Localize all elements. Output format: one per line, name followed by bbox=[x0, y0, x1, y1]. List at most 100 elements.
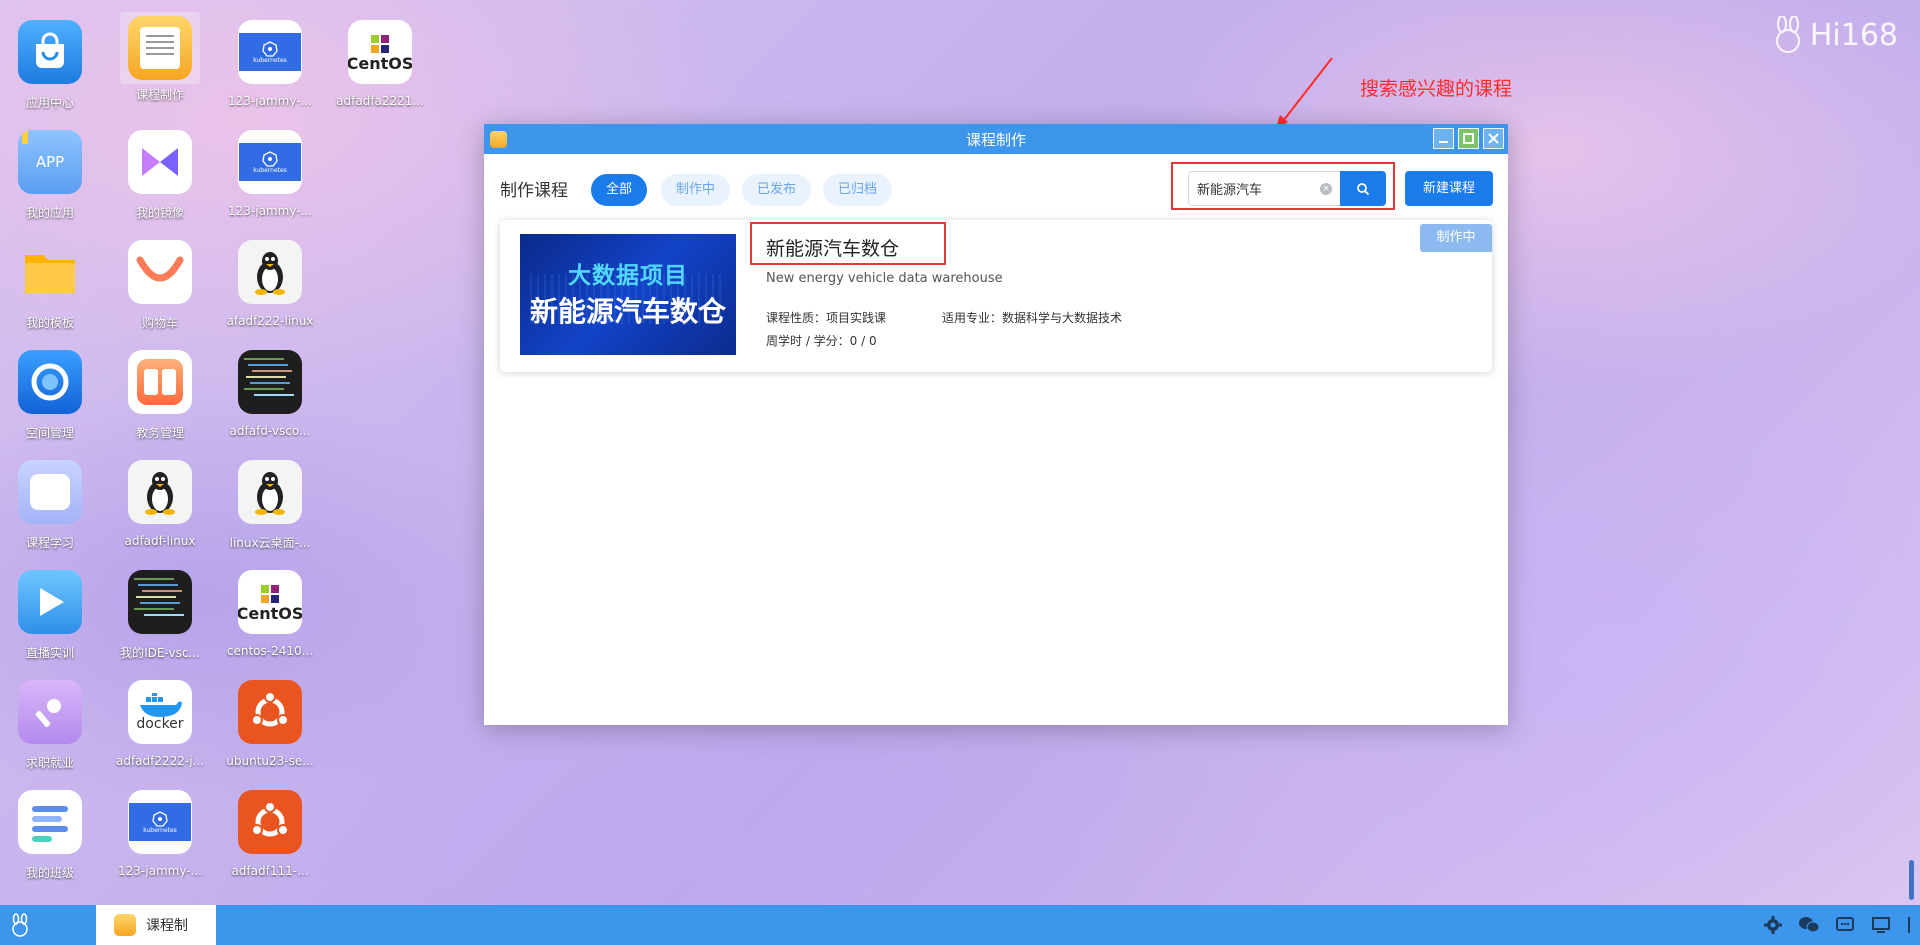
maximize-icon bbox=[1463, 133, 1474, 144]
kubernetes-icon: kubernetes bbox=[238, 130, 302, 194]
ubuntu-icon bbox=[238, 790, 302, 854]
new-course-button[interactable]: 新建课程 bbox=[1405, 171, 1493, 206]
close-button[interactable] bbox=[1483, 128, 1504, 149]
folder-icon bbox=[18, 240, 82, 304]
search-input[interactable] bbox=[1189, 172, 1309, 205]
desktop-icon[interactable]: 我的模板 bbox=[2, 236, 98, 331]
desktop-icon-label: linux云桌面-... bbox=[229, 536, 311, 550]
desktop-icon[interactable]: kubernetes 123-jammy-... bbox=[112, 786, 208, 878]
my-apps-icon: APP bbox=[18, 130, 82, 194]
desktop-icon-label: 我的镜像 bbox=[135, 206, 184, 220]
brand-logo: Hi168 bbox=[1772, 16, 1898, 54]
minimize-button[interactable] bbox=[1433, 128, 1454, 149]
desktop-icon-label: 我的应用 bbox=[25, 206, 74, 220]
desktop-icon[interactable]: 我的班级 bbox=[2, 786, 98, 881]
desktop-icon[interactable]: 求职就业 bbox=[2, 676, 98, 771]
desktop-icon[interactable]: adfadf-linux bbox=[112, 456, 208, 548]
desktop-icon-label: 123-jammy-... bbox=[118, 864, 202, 878]
start-menu-icon[interactable] bbox=[8, 913, 32, 937]
my-class-icon bbox=[18, 790, 82, 854]
desktop-icon-label: centos-2410... bbox=[226, 644, 314, 658]
window-titlebar[interactable]: 课程制作 bbox=[484, 124, 1508, 154]
show-desktop-icon[interactable] bbox=[1906, 914, 1912, 936]
course-make-icon bbox=[128, 16, 192, 80]
space-manage-icon bbox=[18, 350, 82, 414]
clear-icon[interactable]: × bbox=[1320, 183, 1332, 195]
desktop-icon[interactable]: APP 我的应用 bbox=[2, 126, 98, 221]
docker-icon: docker bbox=[128, 680, 192, 744]
desktop-icon[interactable]: CentOS adfadfa2221... bbox=[332, 16, 428, 108]
desktop-icon[interactable]: kubernetes 123-jammy-... bbox=[222, 126, 318, 218]
desktop-icon[interactable]: docker adfadf2222-j... bbox=[112, 676, 208, 768]
rabbit-logo-icon bbox=[1775, 16, 1800, 53]
desktop-icon[interactable]: 我的镜像 bbox=[112, 126, 208, 221]
wechat-icon[interactable] bbox=[1798, 914, 1820, 936]
tab-archived[interactable]: 已归档 bbox=[823, 174, 893, 206]
tab-published[interactable]: 已发布 bbox=[742, 174, 812, 206]
linux-icon bbox=[128, 460, 192, 524]
course-nature: 课程性质：项目实践课 bbox=[766, 311, 887, 325]
desktop-icon-label: 课程制作 bbox=[135, 88, 184, 102]
code-icon bbox=[128, 570, 192, 634]
desktop-icon[interactable]: 购物车 bbox=[112, 236, 208, 331]
desktop-icon[interactable]: linux云桌面-... bbox=[222, 456, 318, 551]
brand-text: Hi168 bbox=[1809, 17, 1898, 53]
desktop-icon-label: ubuntu23-se... bbox=[226, 754, 314, 768]
tab-in-progress[interactable]: 制作中 bbox=[661, 174, 731, 206]
taskbar: 课程制 bbox=[0, 905, 1920, 945]
window-title: 课程制作 bbox=[965, 130, 1026, 149]
course-make-icon bbox=[114, 914, 136, 936]
academic-icon bbox=[128, 350, 192, 414]
desktop-icon[interactable]: 空间管理 bbox=[2, 346, 98, 441]
search-button[interactable] bbox=[1340, 171, 1386, 206]
taskbar-app-course-make[interactable]: 课程制 bbox=[96, 905, 216, 945]
tab-all[interactable]: 全部 bbox=[591, 174, 648, 206]
settings-icon[interactable] bbox=[1762, 914, 1784, 936]
desktop-icon[interactable]: CentOS centos-2410... bbox=[222, 566, 318, 658]
desktop-icon[interactable]: 我的IDE-vsc... bbox=[112, 566, 208, 661]
desktop-icon-label: adfadf2222-j... bbox=[115, 754, 205, 768]
desktop-icon[interactable]: 应用中心 bbox=[2, 16, 98, 111]
desktop-icon[interactable]: kubernetes 123-jammy-... bbox=[222, 16, 318, 108]
desktop-icon-label: 空间管理 bbox=[25, 426, 74, 440]
live-icon bbox=[18, 570, 82, 634]
my-images-icon bbox=[128, 130, 192, 194]
desktop-icon-label: adfadf111-... bbox=[231, 864, 309, 878]
thumbnail-line1: 大数据项目 bbox=[568, 263, 688, 289]
course-learn-icon bbox=[18, 460, 82, 524]
desktop-icon[interactable]: afadf222-linux bbox=[222, 236, 318, 328]
desktop-icon[interactable]: ubuntu23-se... bbox=[222, 676, 318, 768]
monitor-icon[interactable] bbox=[1870, 914, 1892, 936]
desktop-icon[interactable]: adfafd-vsco... bbox=[222, 346, 318, 438]
desktop-icon-label: 我的模板 bbox=[25, 316, 74, 330]
desktop-icon-label: 教务管理 bbox=[135, 426, 184, 440]
taskbar-app-label: 课程制 bbox=[146, 918, 188, 934]
desktop-icon-label: afadf222-linux bbox=[226, 314, 314, 328]
desktop-icon[interactable]: 课程学习 bbox=[2, 456, 98, 551]
course-title[interactable]: 新能源汽车数仓 bbox=[766, 234, 899, 261]
desktop-icon[interactable]: adfadf111-... bbox=[222, 786, 318, 878]
desktop-scrollbar[interactable] bbox=[1909, 860, 1914, 900]
desktop-icon[interactable]: 课程制作 bbox=[112, 12, 208, 103]
course-card[interactable]: 大数据项目 新能源汽车数仓 新能源汽车数仓 New energy vehicle… bbox=[500, 220, 1492, 372]
desktop-icon[interactable]: 教务管理 bbox=[112, 346, 208, 441]
toolbar: 制作课程 全部 制作中 已发布 已归档 × 新建课程 bbox=[484, 154, 1508, 214]
close-icon bbox=[1488, 133, 1499, 144]
desktop-icon-label: 购物车 bbox=[141, 316, 178, 330]
linux-icon bbox=[238, 460, 302, 524]
system-tray bbox=[1762, 905, 1920, 945]
desktop-icon-label: 求职就业 bbox=[25, 756, 74, 770]
desktop-icon-label: 直播实训 bbox=[25, 646, 74, 660]
desktop-icon-label: 123-jammy-... bbox=[228, 94, 312, 108]
kubernetes-icon: kubernetes bbox=[128, 790, 192, 854]
desktop-icon-label: 123-jammy-... bbox=[228, 204, 312, 218]
app-center-icon bbox=[18, 20, 82, 84]
desktop-icon-label: adfadf-linux bbox=[124, 534, 196, 548]
maximize-button[interactable] bbox=[1458, 128, 1479, 149]
annotation-text: 搜索感兴趣的课程 bbox=[1360, 78, 1513, 100]
desktop-icon[interactable]: 直播实训 bbox=[2, 566, 98, 661]
app-icon bbox=[490, 131, 507, 148]
message-icon[interactable] bbox=[1834, 914, 1856, 936]
course-thumbnail[interactable]: 大数据项目 新能源汽车数仓 bbox=[520, 234, 736, 355]
search-field: × bbox=[1188, 171, 1340, 206]
